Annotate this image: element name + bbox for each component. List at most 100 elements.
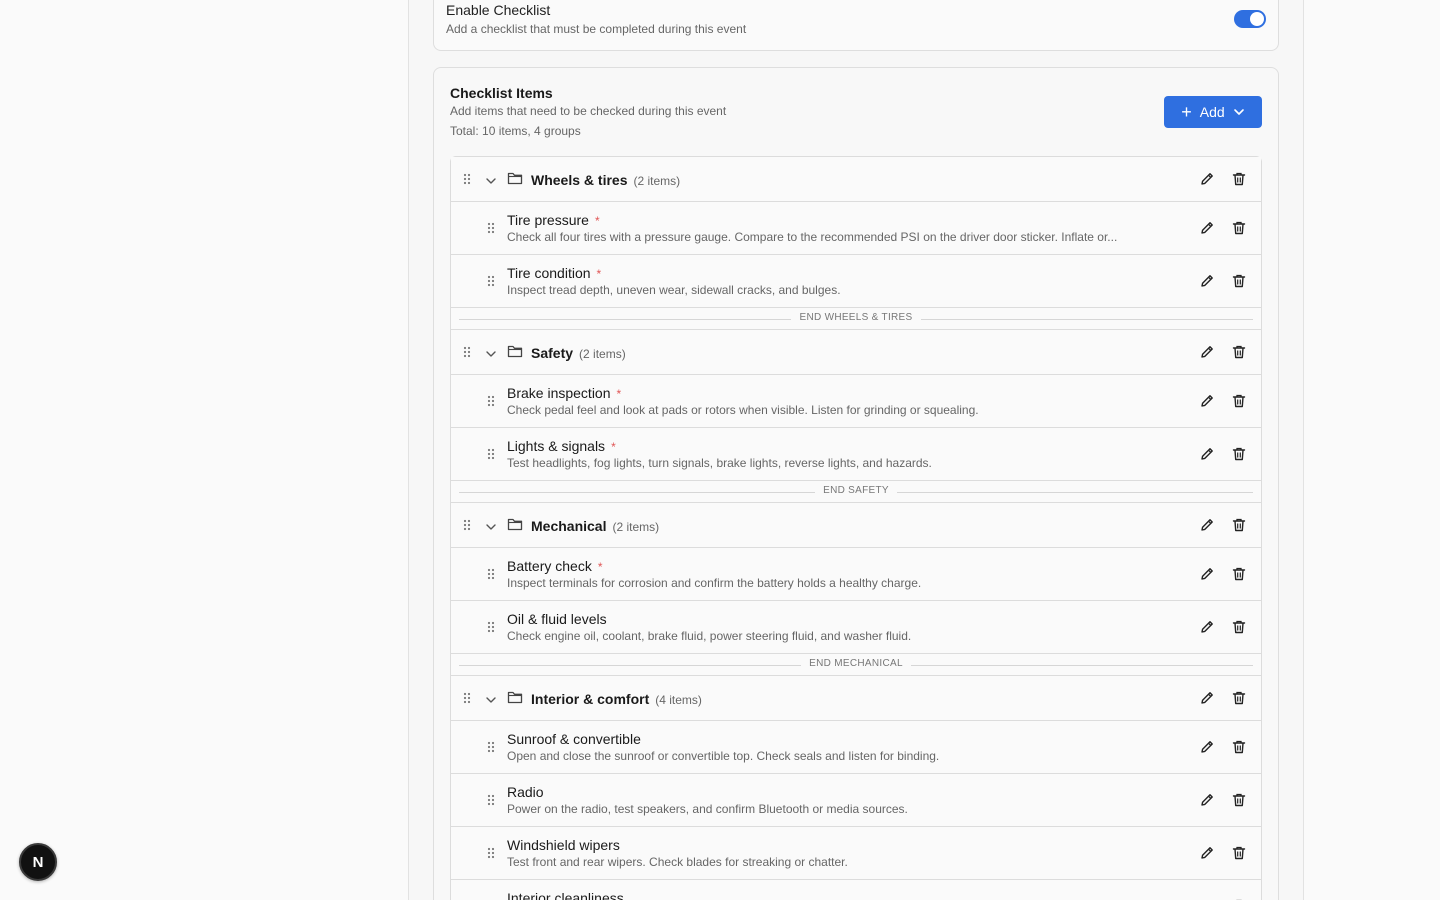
- drag-handle-icon[interactable]: [487, 395, 495, 407]
- group-row[interactable]: Safety (2 items): [451, 330, 1261, 375]
- item-description: Check engine oil, coolant, brake fluid, …: [507, 629, 912, 643]
- drag-handle-icon[interactable]: [463, 519, 471, 531]
- trash-icon[interactable]: [1231, 517, 1247, 533]
- group-row[interactable]: Interior & comfort (4 items): [451, 676, 1261, 721]
- item-title-text: Battery check: [507, 558, 592, 574]
- group-name: Wheels & tires (2 items): [531, 172, 680, 188]
- trash-icon[interactable]: [1231, 446, 1247, 462]
- item-title: Brake inspection *: [507, 385, 621, 401]
- item-title: Lights & signals *: [507, 438, 616, 454]
- trash-icon[interactable]: [1231, 619, 1247, 635]
- enable-checklist-description: Add a checklist that must be completed d…: [446, 22, 747, 36]
- folder-icon: [507, 171, 523, 185]
- list-item[interactable]: Brake inspection * Check pedal feel and lo…: [451, 375, 1261, 428]
- list-item[interactable]: Tire condition * Inspect tread depth, unev…: [451, 255, 1261, 308]
- list-item[interactable]: Interior cleanliness: [451, 880, 1261, 900]
- pencil-icon[interactable]: [1199, 739, 1215, 755]
- group-name: Mechanical (2 items): [531, 518, 659, 534]
- folder-icon: [507, 517, 523, 531]
- pencil-icon[interactable]: [1199, 792, 1215, 808]
- trash-icon[interactable]: [1231, 792, 1247, 808]
- group-name-text: Wheels & tires: [531, 172, 628, 188]
- chevron-down-icon[interactable]: [485, 520, 497, 532]
- list-item[interactable]: Oil & fluid levels Check engine oil, cool…: [451, 601, 1261, 654]
- pencil-icon[interactable]: [1199, 566, 1215, 582]
- list-item[interactable]: Windshield wipers Test front and rear wip…: [451, 827, 1261, 880]
- add-button[interactable]: + Add: [1164, 96, 1262, 128]
- group-end-divider: END SAFETY: [451, 481, 1261, 503]
- folder-icon: [507, 344, 523, 358]
- group-end-label: END SAFETY: [451, 485, 1261, 496]
- group-end-divider: END MECHANICAL: [451, 654, 1261, 676]
- trash-icon[interactable]: [1231, 171, 1247, 187]
- dev-badge[interactable]: N: [19, 843, 57, 881]
- trash-icon[interactable]: [1231, 739, 1247, 755]
- pencil-icon[interactable]: [1199, 845, 1215, 861]
- list-item[interactable]: Lights & signals * Test headlights, fog li…: [451, 428, 1261, 481]
- pencil-icon[interactable]: [1199, 446, 1215, 462]
- item-title-text: Tire pressure: [507, 212, 589, 228]
- list-item[interactable]: Battery check * Inspect terminals for corr…: [451, 548, 1261, 601]
- chevron-down-icon[interactable]: [485, 693, 497, 705]
- drag-handle-icon[interactable]: [487, 222, 495, 234]
- drag-handle-icon[interactable]: [463, 346, 471, 358]
- required-marker: *: [611, 440, 616, 454]
- required-marker: *: [597, 560, 603, 574]
- item-description: Test headlights, fog lights, turn signal…: [507, 456, 932, 470]
- pencil-icon[interactable]: [1199, 273, 1215, 289]
- trash-icon[interactable]: [1231, 273, 1247, 289]
- checklist-items-total: Total: 10 items, 4 groups: [450, 124, 581, 138]
- pencil-icon[interactable]: [1199, 393, 1215, 409]
- checklist-items-subtitle: Add items that need to be checked during…: [450, 104, 727, 118]
- drag-handle-icon[interactable]: [487, 275, 495, 287]
- enable-checklist-toggle[interactable]: [1234, 10, 1266, 28]
- item-title-text: Brake inspection: [507, 385, 611, 401]
- trash-icon[interactable]: [1231, 690, 1247, 706]
- item-title: Tire condition *: [507, 265, 601, 281]
- list-item[interactable]: Radio Power on the radio, test speakers, …: [451, 774, 1261, 827]
- item-description: Test front and rear wipers. Check blades…: [507, 855, 848, 869]
- group-end-label-text: END WHEELS & TIRES: [791, 312, 921, 323]
- drag-handle-icon[interactable]: [487, 847, 495, 859]
- pencil-icon[interactable]: [1199, 690, 1215, 706]
- item-title-text: Sunroof & convertible: [507, 731, 641, 747]
- pencil-icon[interactable]: [1199, 220, 1215, 236]
- pencil-icon[interactable]: [1199, 517, 1215, 533]
- group-item-count: (2 items): [612, 520, 660, 534]
- item-description: Check pedal feel and look at pads or rot…: [507, 403, 979, 417]
- group-end-label-text: END MECHANICAL: [801, 658, 911, 669]
- group-row[interactable]: Wheels & tires (2 items): [451, 157, 1261, 202]
- trash-icon[interactable]: [1231, 566, 1247, 582]
- required-marker: *: [594, 214, 600, 228]
- drag-handle-icon[interactable]: [487, 621, 495, 633]
- trash-icon[interactable]: [1231, 393, 1247, 409]
- drag-handle-icon[interactable]: [487, 448, 495, 460]
- drag-handle-icon[interactable]: [463, 692, 471, 704]
- drag-handle-icon[interactable]: [463, 173, 471, 185]
- group-name-text: Mechanical: [531, 518, 607, 534]
- drag-handle-icon[interactable]: [487, 568, 495, 580]
- item-title-text: Lights & signals: [507, 438, 606, 454]
- item-title-text: Radio: [507, 784, 544, 800]
- required-marker: *: [596, 267, 602, 281]
- trash-icon[interactable]: [1231, 344, 1247, 360]
- drag-handle-icon[interactable]: [487, 741, 495, 753]
- checklist-list: Wheels & tires (2 items) Tire pressure * Che…: [450, 156, 1262, 900]
- drag-handle-icon[interactable]: [487, 794, 495, 806]
- group-end-divider: END WHEELS & TIRES: [451, 308, 1261, 330]
- item-description: Inspect tread depth, uneven wear, sidewa…: [507, 283, 841, 297]
- list-item[interactable]: Tire pressure * Check all four tires with …: [451, 202, 1261, 255]
- group-name-text: Interior & comfort: [531, 691, 650, 707]
- pencil-icon[interactable]: [1199, 344, 1215, 360]
- trash-icon[interactable]: [1231, 220, 1247, 236]
- list-item[interactable]: Sunroof & convertible Open and close the …: [451, 721, 1261, 774]
- group-name: Interior & comfort (4 items): [531, 691, 702, 707]
- pencil-icon[interactable]: [1199, 171, 1215, 187]
- chevron-down-icon[interactable]: [485, 347, 497, 359]
- item-title: Sunroof & convertible: [507, 731, 641, 747]
- item-title-text: Tire condition: [507, 265, 591, 281]
- group-row[interactable]: Mechanical (2 items): [451, 503, 1261, 548]
- pencil-icon[interactable]: [1199, 619, 1215, 635]
- trash-icon[interactable]: [1231, 845, 1247, 861]
- chevron-down-icon[interactable]: [485, 174, 497, 186]
